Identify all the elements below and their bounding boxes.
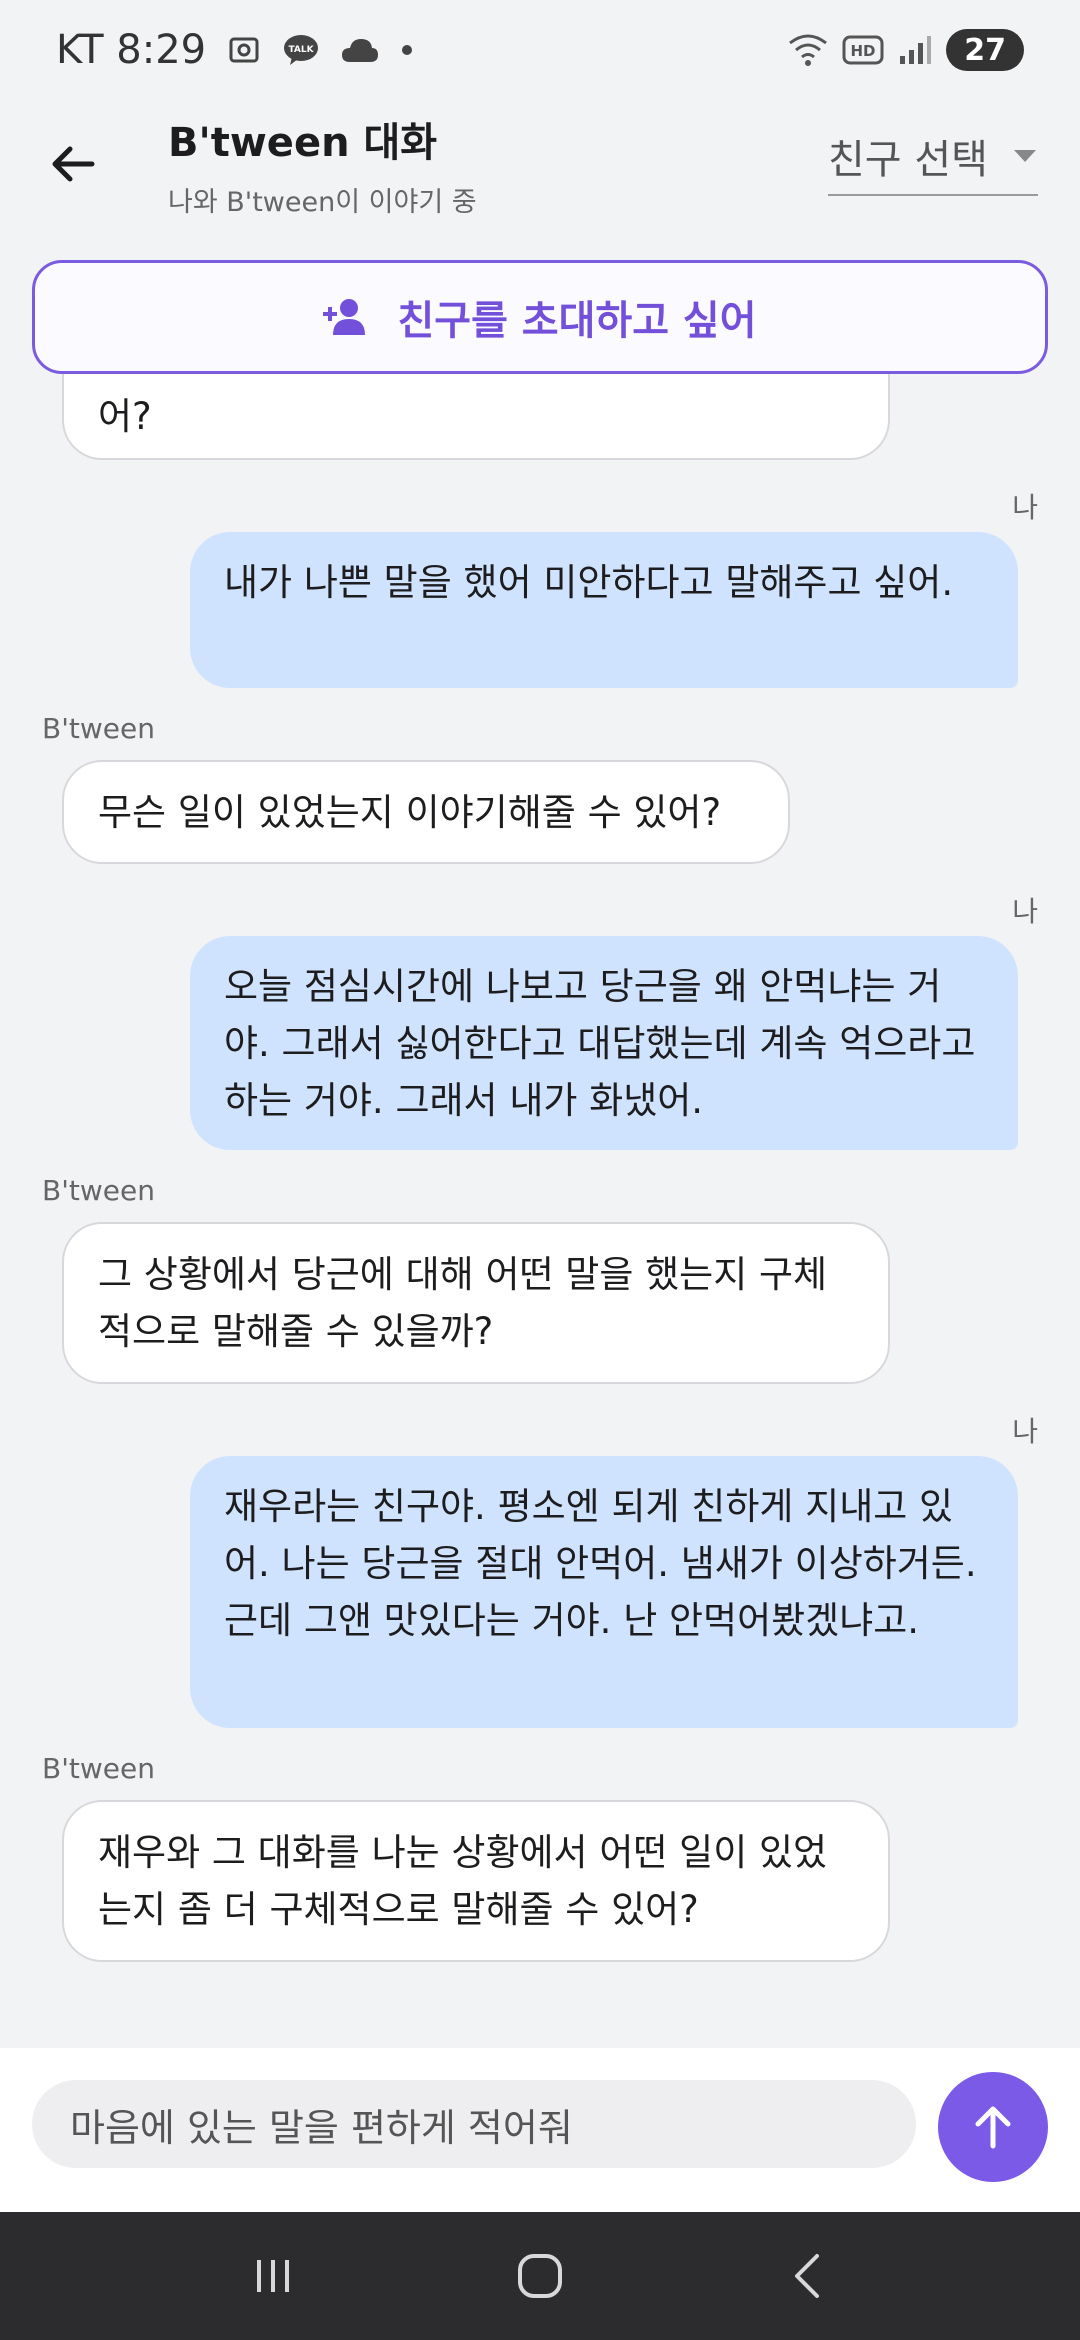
message-bubble-me: 재우라는 친구야. 평소엔 되게 친하게 지내고 있어. 나는 당근을 절대 안… [190, 1456, 1018, 1728]
back-nav-button[interactable] [757, 2226, 857, 2326]
screenshot-icon [226, 32, 262, 68]
sender-label-me: 나 [1012, 895, 1038, 928]
invite-friend-label: 친구를 초대하고 싶어 [397, 298, 757, 344]
home-icon [517, 2254, 562, 2298]
recent-apps-icon [257, 2260, 290, 2292]
sender-label-me: 나 [1012, 1415, 1038, 1448]
send-button[interactable] [938, 2072, 1048, 2182]
app-root: KT 8:29 TALK HD 27 B'tween 대화 나와 B'tween… [0, 0, 1080, 2340]
friend-select-label: 친구 선택 [828, 137, 988, 183]
arrow-left-icon [52, 146, 95, 182]
message-text: 내가 나쁜 말을 했어 미안하다고 말해주고 싶어. [224, 561, 954, 604]
message-bubble-bot: 무슨 일이 있었는지 이야기해줄 수 있어? [62, 760, 790, 864]
input-bar: 마음에 있는 말을 편하게 적어줘 [0, 2048, 1080, 2212]
message-bubble-bot: 재우와 그 대화를 나눈 상황에서 어떤 일이 있었는지 좀 더 구체적으로 말… [62, 1800, 890, 1962]
status-time: KT 8:29 [56, 27, 207, 73]
wifi-icon [788, 33, 828, 67]
message-text: 그 상황에서 당근에 대해 어떤 말을 했는지 구체적으로 말해줄 수 있을까? [98, 1253, 828, 1353]
message-text: 무슨 일이 있었는지 이야기해줄 수 있어? [98, 791, 722, 834]
chat-area[interactable]: 친구를 초대하고 싶어 어? 나 내가 나쁜 말을 했어 미안하다고 말해주고 … [0, 228, 1080, 2048]
svg-text:HD: HD [851, 42, 876, 60]
add-person-icon [323, 297, 371, 337]
sender-label-bot: B'tween [42, 1752, 155, 1785]
message-input[interactable]: 마음에 있는 말을 편하게 적어줘 [32, 2080, 916, 2168]
sender-label-bot: B'tween [42, 1174, 155, 1207]
back-button[interactable] [38, 129, 108, 199]
recent-apps-button[interactable] [223, 2226, 323, 2326]
invite-friend-button[interactable]: 친구를 초대하고 싶어 [32, 260, 1048, 374]
friend-select-dropdown[interactable]: 친구 선택 [828, 118, 1038, 196]
status-left: KT 8:29 TALK [56, 27, 414, 73]
message-bubble-me: 오늘 점심시간에 나보고 당근을 왜 안먹냐는 거야. 그래서 싫어한다고 대답… [190, 936, 1018, 1150]
svg-text:TALK: TALK [289, 45, 315, 55]
message-text: 재우와 그 대화를 나눈 상황에서 어떤 일이 있었는지 좀 더 구체적으로 말… [98, 1831, 828, 1931]
page-title: B'tween 대화 [168, 119, 438, 166]
arrow-up-icon [975, 2106, 1011, 2149]
message-text: 오늘 점심시간에 나보고 당근을 왜 안먹냐는 거야. 그래서 싫어한다고 대답… [224, 965, 976, 1122]
sender-label-bot: B'tween [42, 712, 155, 745]
status-right: HD 27 [788, 29, 1024, 71]
message-text: 재우라는 친구야. 평소엔 되게 친하게 지내고 있어. 나는 당근을 절대 안… [224, 1485, 977, 1642]
message-text: 어? [98, 395, 152, 438]
dropdown-arrow-icon [1014, 150, 1036, 162]
header: B'tween 대화 나와 B'tween이 이야기 중 친구 선택 [0, 100, 1080, 228]
battery-indicator: 27 [946, 29, 1024, 71]
cloud-icon [340, 36, 380, 64]
status-bar: KT 8:29 TALK HD 27 [0, 0, 1080, 100]
title-block: B'tween 대화 나와 B'tween이 이야기 중 [168, 110, 477, 219]
dot-icon [400, 43, 414, 57]
system-nav-bar [0, 2212, 1080, 2340]
signal-icon [898, 34, 932, 66]
talk-icon: TALK [282, 33, 320, 67]
message-bubble-me: 내가 나쁜 말을 했어 미안하다고 말해주고 싶어. [190, 532, 1018, 688]
sender-label-me: 나 [1012, 491, 1038, 524]
message-bubble-bot: 그 상황에서 당근에 대해 어떤 말을 했는지 구체적으로 말해줄 수 있을까? [62, 1222, 890, 1384]
hd-icon: HD [842, 34, 884, 66]
page-subtitle: 나와 B'tween이 이야기 중 [168, 186, 477, 218]
message-input-placeholder: 마음에 있는 말을 편하게 적어줘 [70, 2105, 573, 2150]
back-chevron-icon [794, 2254, 819, 2298]
home-button[interactable] [490, 2226, 590, 2326]
